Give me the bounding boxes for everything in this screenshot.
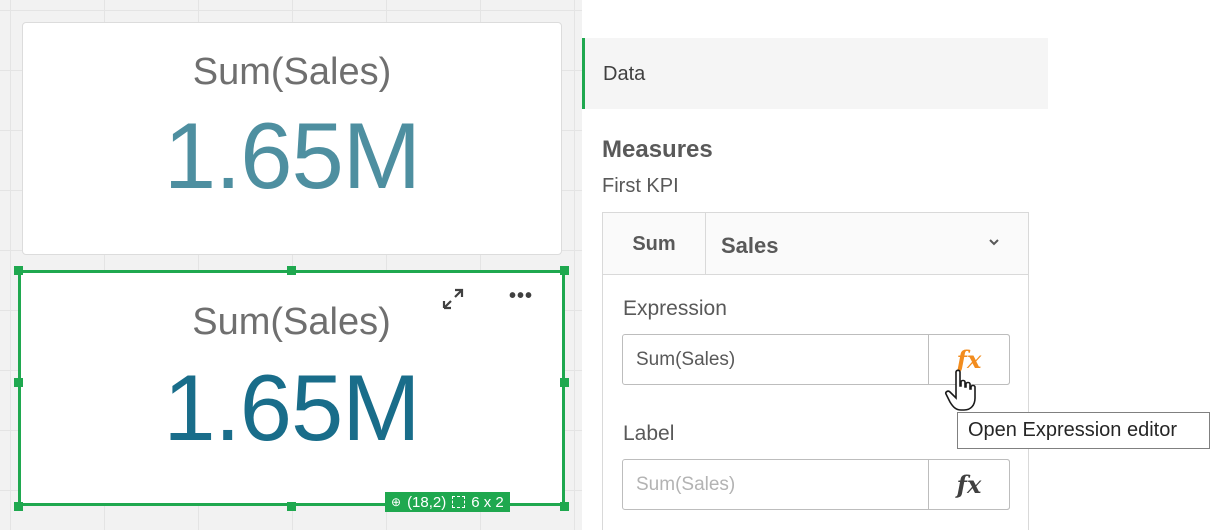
label-expression-editor-button[interactable]: fx (928, 459, 1010, 510)
label-input[interactable]: Sum(Sales) fx (622, 459, 1010, 510)
resize-handle-left[interactable] (14, 378, 23, 387)
position-value: (18,2) (407, 493, 447, 511)
resize-handle-bottom-left[interactable] (14, 502, 23, 511)
data-section-label: Data (603, 63, 646, 85)
aggregation-button[interactable]: Sum (603, 213, 706, 275)
kpi-title: Sum(Sales) (192, 301, 391, 343)
resize-handle-top-right[interactable] (560, 266, 569, 275)
resize-handle-top-left[interactable] (14, 266, 23, 275)
grid-size-icon (452, 496, 466, 508)
label-label: Label (623, 422, 675, 445)
expression-label: Expression (623, 297, 727, 320)
size-value: 6 x 2 (471, 493, 504, 511)
chevron-down-icon[interactable] (987, 235, 1001, 249)
tooltip: Open Expression editor (957, 412, 1210, 449)
kpi-value: 1.65M (163, 355, 420, 460)
expression-value: Sum(Sales) (636, 349, 736, 370)
expand-icon[interactable] (441, 287, 465, 311)
app-root: Sum(Sales) 1.65M Sum(Sales) 1.65M ••• ⊕ … (0, 0, 1216, 530)
measure-name: First KPI (602, 175, 679, 197)
kpi-object-selected[interactable]: Sum(Sales) 1.65M ••• ⊕ (18,2) 6 x 2 (18, 270, 565, 512)
data-section-header[interactable]: Data (582, 38, 1048, 109)
panel-top-strip (582, 0, 1048, 38)
field-name: Sales (721, 233, 779, 258)
pin-icon: ⊕ (391, 495, 402, 509)
sheet-canvas[interactable]: Sum(Sales) 1.65M Sum(Sales) 1.65M ••• ⊕ … (0, 0, 582, 530)
kpi-value: 1.65M (163, 103, 421, 208)
resize-handle-right[interactable] (560, 378, 569, 387)
label-placeholder: Sum(Sales) (636, 474, 736, 495)
resize-handle-top[interactable] (287, 266, 296, 275)
right-background (1048, 0, 1216, 530)
resize-handle-bottom[interactable] (287, 502, 296, 511)
position-badge: ⊕ (18,2) 6 x 2 (385, 492, 510, 512)
properties-panel: Data Measures First KPI Sum Sales Expres… (582, 0, 1048, 530)
hand-cursor-icon (945, 369, 976, 411)
measures-heading: Measures (602, 136, 713, 163)
resize-handle-bottom-right[interactable] (560, 502, 569, 511)
more-icon[interactable]: ••• (509, 286, 533, 306)
measure-header[interactable]: Sum Sales (603, 213, 1028, 275)
kpi-object-first[interactable]: Sum(Sales) 1.65M (22, 22, 562, 255)
kpi-title: Sum(Sales) (192, 51, 392, 93)
